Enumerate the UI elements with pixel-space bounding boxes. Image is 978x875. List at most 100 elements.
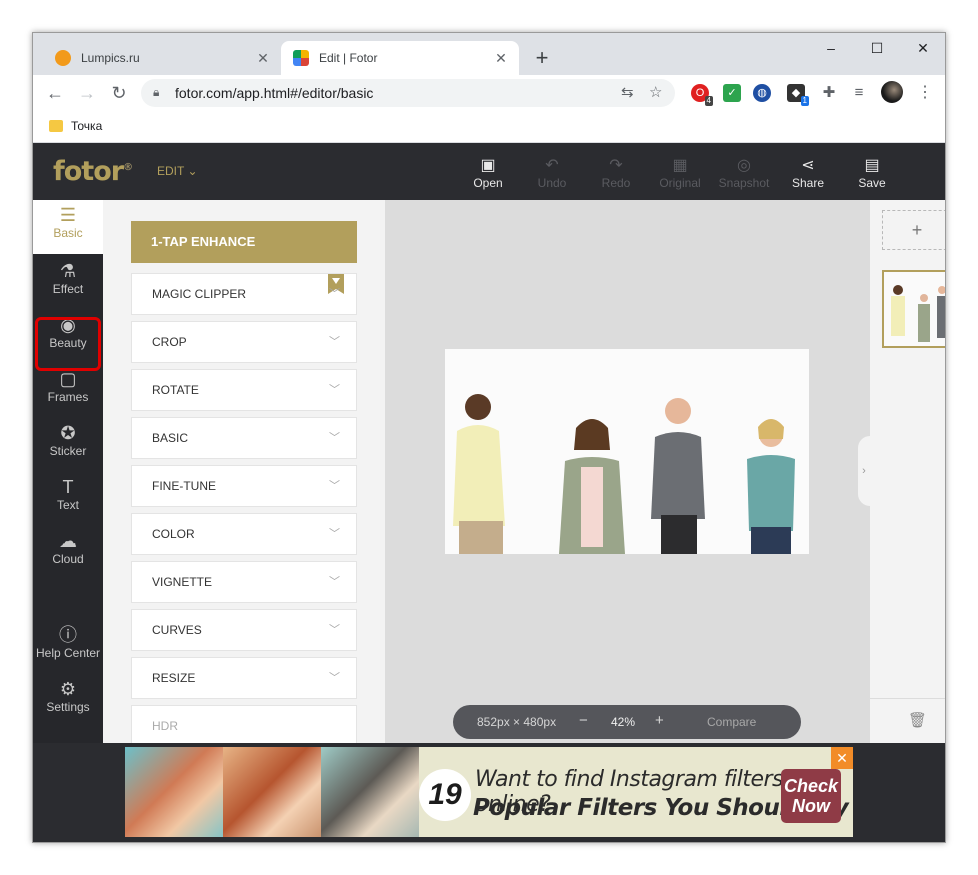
cube-extension-icon[interactable]: ◆ 1 xyxy=(787,84,809,106)
photo-people-image xyxy=(445,349,809,554)
ad-check-now-button[interactable]: Check Now xyxy=(781,769,841,823)
chevron-down-icon: ﹀ xyxy=(329,480,340,492)
editor-canvas: 852px × 480px − 42% + Compare xyxy=(385,200,869,743)
original-icon: ▦ xyxy=(672,157,688,174)
chevron-down-icon: ⌄ xyxy=(187,164,198,178)
puzzle-extensions-icon[interactable]: ✚ xyxy=(817,81,841,105)
tool-vignette[interactable]: VIGNETTE ﹀ xyxy=(131,561,357,603)
forward-arrow-icon[interactable]: → xyxy=(75,81,99,105)
tab-title: Edit | Fotor xyxy=(319,51,378,65)
bookmark-tochka[interactable]: Точка xyxy=(71,119,102,133)
photo-thumbnail[interactable] xyxy=(882,270,945,348)
original-button[interactable]: ▦ Original xyxy=(648,156,712,190)
undo-icon: ↶ xyxy=(545,157,559,174)
tool-basic[interactable]: BASIC ﹀ xyxy=(131,417,357,459)
compare-button[interactable]: Compare xyxy=(707,715,756,729)
open-icon: ▣ xyxy=(480,157,496,174)
edited-photo[interactable] xyxy=(445,349,809,554)
left-nav: ☰ Basic ⚗ Effect ◉ Beauty ▢ Frames ✪ Sticker … xyxy=(33,200,103,743)
trash-icon[interactable]: 🗑︎ xyxy=(908,711,927,729)
opera-extension-icon[interactable]: O4 xyxy=(691,84,713,106)
fotor-favicon-icon xyxy=(293,50,309,66)
zoom-out-button[interactable]: − xyxy=(579,712,588,729)
bookmark-star-icon[interactable]: ☆ xyxy=(649,83,662,101)
nav-help-center[interactable]: ⓘ Help Center xyxy=(33,620,103,670)
nav-cloud[interactable]: ☁ Cloud xyxy=(33,526,103,576)
help-icon: ⓘ xyxy=(59,625,77,645)
zoom-level[interactable]: 42% xyxy=(611,715,635,729)
tool-curves[interactable]: CURVES ﹀ xyxy=(131,609,357,651)
tool-rotate[interactable]: ROTATE ﹀ xyxy=(131,369,357,411)
checkmark-extension-icon[interactable]: ✓ xyxy=(723,84,741,102)
tab-close-icon[interactable]: ✕ xyxy=(491,48,511,68)
tab-title: Lumpics.ru xyxy=(81,51,140,65)
chevron-right-icon[interactable]: › xyxy=(858,436,870,506)
image-dimensions: 852px × 480px xyxy=(477,715,557,729)
chevron-down-icon: ﹀ xyxy=(329,336,340,348)
orange-favicon-icon xyxy=(55,50,71,66)
tab-fotor[interactable]: Edit | Fotor ✕ xyxy=(281,41,519,75)
chevron-down-icon: ﹀ xyxy=(329,576,340,588)
ad-image-2 xyxy=(223,747,321,837)
nav-basic[interactable]: ☰ Basic xyxy=(33,200,103,254)
tool-panel: 1-TAP ENHANCE MAGIC CLIPPER ﹀ CROP ﹀ ROTAT… xyxy=(103,200,385,743)
nav-effect[interactable]: ⚗ Effect xyxy=(33,256,103,306)
browser-window: Lumpics.ru ✕ Edit | Fotor ✕ + – ☐ ✕ ← → … xyxy=(32,32,946,843)
tool-resize[interactable]: RESIZE ﹀ xyxy=(131,657,357,699)
share-button[interactable]: ⋖ Share xyxy=(776,156,840,190)
share-icon: ⋖ xyxy=(801,157,815,174)
ad-number: 19 xyxy=(419,769,471,821)
nav-text[interactable]: T Text xyxy=(33,472,103,522)
profile-avatar[interactable] xyxy=(881,81,903,103)
close-window-button[interactable]: ✕ xyxy=(900,33,945,65)
frame-icon: ▢ xyxy=(59,369,77,389)
chevron-down-icon: ﹀ xyxy=(329,432,340,444)
open-button[interactable]: ▣ Open xyxy=(456,156,520,190)
lock-icon: 🔒︎ xyxy=(153,85,160,99)
minimize-button[interactable]: – xyxy=(808,33,854,65)
tab-strip: Lumpics.ru ✕ Edit | Fotor ✕ + – ☐ ✕ xyxy=(33,33,945,75)
cloud-icon: ☁ xyxy=(59,531,77,551)
translate-icon[interactable]: ⇆ xyxy=(621,83,634,101)
new-tab-button[interactable]: + xyxy=(529,46,555,72)
url-text[interactable]: fotor.com/app.html#/editor/basic xyxy=(175,85,373,101)
tool-hdr[interactable]: HDR xyxy=(131,705,357,743)
tool-color[interactable]: COLOR ﹀ xyxy=(131,513,357,555)
address-bar[interactable]: 🔒︎ fotor.com/app.html#/editor/basic ⇆ ☆ xyxy=(141,79,675,107)
zoom-bar: 852px × 480px − 42% + Compare xyxy=(453,705,801,739)
undo-button[interactable]: ↶ Undo xyxy=(520,156,584,190)
media-control-icon[interactable]: ≡ xyxy=(847,81,871,105)
maximize-button[interactable]: ☐ xyxy=(854,33,900,65)
nav-settings[interactable]: ⚙ Settings xyxy=(33,674,103,724)
text-icon: T xyxy=(62,477,74,497)
back-arrow-icon[interactable]: ← xyxy=(43,81,67,105)
one-tap-enhance-button[interactable]: 1-TAP ENHANCE xyxy=(131,221,357,263)
reload-icon[interactable]: ↻ xyxy=(107,81,131,105)
folder-icon xyxy=(49,120,63,132)
nav-frames[interactable]: ▢ Frames xyxy=(33,364,103,414)
save-button[interactable]: ▤ Save xyxy=(840,156,904,190)
ad-close-button[interactable]: ✕ xyxy=(831,747,853,769)
globe-extension-icon[interactable]: ◍ xyxy=(753,84,771,102)
chevron-down-icon: ﹀ xyxy=(329,624,340,636)
snapshot-button[interactable]: ◎ Snapshot xyxy=(712,156,776,190)
tool-crop[interactable]: CROP ﹀ xyxy=(131,321,357,363)
zoom-in-button[interactable]: + xyxy=(655,712,664,729)
edit-menu-dropdown[interactable]: EDIT ⌄ xyxy=(157,164,198,178)
redo-icon: ↷ xyxy=(609,157,623,174)
snapshot-icon: ◎ xyxy=(737,157,751,174)
save-icon: ▤ xyxy=(864,157,880,174)
ad-image-1 xyxy=(125,747,223,837)
fotor-logo[interactable]: fotor® xyxy=(53,156,133,187)
nav-sticker[interactable]: ✪ Sticker xyxy=(33,418,103,468)
tab-lumpics[interactable]: Lumpics.ru ✕ xyxy=(43,41,281,75)
add-photo-button[interactable]: + xyxy=(882,210,945,250)
ad-banner[interactable]: 19 Want to find Instagram filters online… xyxy=(125,747,853,837)
tab-close-icon[interactable]: ✕ xyxy=(253,48,273,68)
thumbnail-image xyxy=(884,272,945,346)
fotor-header: fotor® EDIT ⌄ ▣ Open ↶ Undo ↷ Redo ▦ Origina… xyxy=(33,144,945,200)
tool-fine-tune[interactable]: FINE-TUNE ﹀ xyxy=(131,465,357,507)
redo-button[interactable]: ↷ Redo xyxy=(584,156,648,190)
menu-kebab-icon[interactable]: ⋮ xyxy=(913,81,937,105)
tool-magic-clipper[interactable]: MAGIC CLIPPER ﹀ xyxy=(131,273,357,315)
